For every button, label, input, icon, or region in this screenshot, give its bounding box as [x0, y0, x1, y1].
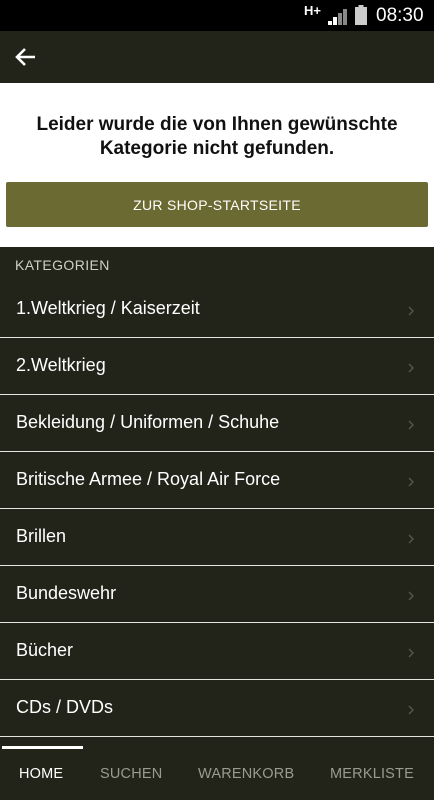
category-item-bundeswehr[interactable]: Bundeswehr [0, 566, 434, 623]
chevron-right-icon [408, 477, 414, 487]
categories-header: KATEGORIEN [15, 257, 110, 273]
shop-home-button[interactable]: ZUR SHOP-STARTSEITE [6, 182, 428, 227]
tab-search[interactable]: SUCHEN [100, 766, 162, 782]
category-item-buecher[interactable]: Bücher [0, 623, 434, 680]
not-found-message: Leider wurde die von Ihnen gewünschte Ka… [36, 114, 398, 159]
category-item-weltkrieg-2[interactable]: 2.Weltkrieg [0, 338, 434, 395]
category-label: Bekleidung / Uniformen / Schuhe [16, 412, 280, 432]
category-item-britische-armee[interactable]: Britische Armee / Royal Air Force [0, 452, 434, 509]
back-arrow-icon[interactable] [12, 43, 40, 71]
category-label: Brillen [16, 526, 67, 546]
category-label: 2.Weltkrieg [16, 355, 106, 375]
chevron-right-icon [408, 363, 414, 373]
category-item-cds-dvds[interactable]: CDs / DVDs [0, 680, 434, 737]
chevron-right-icon [408, 534, 414, 544]
chevron-right-icon [408, 591, 414, 601]
category-item-brillen[interactable]: Brillen [0, 509, 434, 566]
tab-wishlist[interactable]: MERKLISTE [330, 766, 414, 782]
bottom-navigation: HOME SUCHEN WARENKORB MERKLISTE [0, 746, 434, 800]
battery-icon [355, 5, 367, 25]
category-list: 1.Weltkrieg / Kaiserzeit 2.Weltkrieg Bek… [0, 281, 434, 737]
signal-icon [328, 9, 347, 25]
category-item-bekleidung[interactable]: Bekleidung / Uniformen / Schuhe [0, 395, 434, 452]
not-found-notice: Leider wurde die von Ihnen gewünschte Ka… [0, 83, 434, 247]
app-bar [0, 31, 434, 83]
category-label: Bundeswehr [16, 583, 117, 603]
tab-home[interactable]: HOME [19, 766, 63, 782]
category-label: Bücher [16, 640, 74, 660]
category-label: CDs / DVDs [16, 697, 114, 717]
category-item-weltkrieg-1[interactable]: 1.Weltkrieg / Kaiserzeit [0, 281, 434, 338]
clock: 08:30 [376, 5, 424, 26]
tab-cart[interactable]: WARENKORB [198, 766, 294, 782]
chevron-right-icon [408, 648, 414, 658]
chevron-right-icon [408, 705, 414, 715]
category-label: Britische Armee / Royal Air Force [16, 469, 281, 489]
category-label: 1.Weltkrieg / Kaiserzeit [16, 298, 200, 318]
chevron-right-icon [408, 306, 414, 316]
active-tab-indicator [2, 746, 83, 749]
status-bar: H+ 08:30 [0, 0, 434, 31]
network-type: H+ [304, 3, 321, 18]
chevron-right-icon [408, 420, 414, 430]
